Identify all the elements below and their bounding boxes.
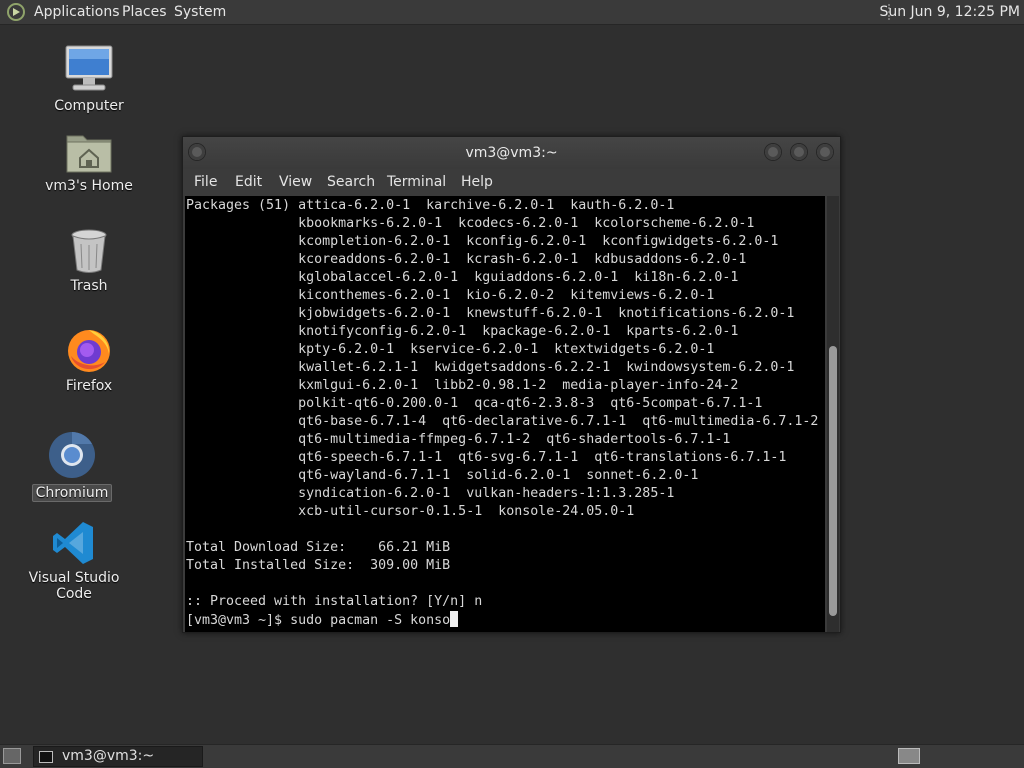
terminal-line: syndication-6.2.0-1 vulkan-headers-1:1.3…	[186, 486, 675, 501]
minimize-button[interactable]	[765, 144, 781, 160]
window-titlebar[interactable]: vm3@vm3:~	[183, 137, 840, 169]
terminal-line: kcoreaddons-6.2.0-1 kcrash-6.2.0-1 kdbus…	[186, 252, 747, 267]
terminal-line: qt6-speech-6.7.1-1 qt6-svg-6.7.1-1 qt6-t…	[186, 450, 787, 465]
desktop-icon-label: vm3's Home	[45, 178, 133, 194]
command-input[interactable]: sudo pacman -S konso	[290, 613, 450, 628]
terminal-scrollbar[interactable]	[827, 196, 839, 632]
terminal-line: qt6-wayland-6.7.1-1 solid-6.2.0-1 sonnet…	[186, 468, 699, 483]
vscode-icon	[53, 522, 93, 564]
desktop-icon-label: Visual Studio Code	[28, 570, 120, 602]
desktop-icon-home[interactable]: vm3's Home	[24, 128, 154, 194]
window-title: vm3@vm3:~	[465, 145, 558, 161]
terminal-line: :: Proceed with installation? [Y/n] n	[186, 594, 483, 609]
terminal-line: kglobalaccel-6.2.0-1 kguiaddons-6.2.0-1 …	[186, 270, 739, 285]
terminal-line: kwallet-6.2.1-1 kwidgetsaddons-6.2.2-1 k…	[186, 360, 795, 375]
menu-search[interactable]: Search	[327, 169, 375, 195]
close-button[interactable]	[817, 144, 833, 160]
distro-logo-icon[interactable]	[6, 3, 26, 21]
terminal-line: kbookmarks-6.2.0-1 kcodecs-6.2.0-1 kcolo…	[186, 216, 755, 231]
desktop-icon-chromium[interactable]: Chromium	[7, 430, 137, 502]
menu-terminal[interactable]: Terminal	[387, 169, 446, 195]
desktop-icon-vscode[interactable]: Visual Studio Code	[9, 520, 139, 602]
maximize-button[interactable]	[791, 144, 807, 160]
terminal-line: kiconthemes-6.2.0-1 kio-6.2.0-2 kitemvie…	[186, 288, 715, 303]
system-menu[interactable]: System	[174, 0, 226, 24]
taskbar-window-button[interactable]: vm3@vm3:~	[33, 746, 203, 767]
terminal-line: qt6-multimedia-ffmpeg-6.7.1-2 qt6-shader…	[186, 432, 731, 447]
terminal-line: kxmlgui-6.2.0-1 libb2-0.98.1-2 media-pla…	[186, 378, 739, 393]
desktop-icon-trash[interactable]: Trash	[24, 228, 154, 294]
firefox-icon	[68, 330, 110, 372]
applications-menu[interactable]: Applications	[34, 0, 120, 24]
desktop-icon-label: Trash	[70, 278, 108, 294]
home-folder-icon	[66, 135, 112, 173]
desktop-icon-computer[interactable]: Computer	[24, 44, 154, 114]
menu-help[interactable]: Help	[461, 169, 493, 195]
scrollbar-thumb[interactable]	[829, 346, 837, 616]
terminal-line: Total Download Size: 66.21 MiB	[186, 540, 451, 555]
terminal-icon	[39, 751, 53, 763]
menu-edit[interactable]: Edit	[235, 169, 262, 195]
places-menu[interactable]: Places	[122, 0, 167, 24]
show-desktop-icon[interactable]	[3, 748, 21, 764]
chromium-icon	[49, 432, 95, 478]
clock[interactable]: Sun Jun 9, 12:25 PM	[879, 0, 1020, 24]
terminal-window[interactable]: vm3@vm3:~ File Edit View Search Terminal…	[182, 136, 841, 633]
desktop-icon-label: Firefox	[65, 378, 113, 394]
terminal-line: kcompletion-6.2.0-1 kconfig-6.2.0-1 kcon…	[186, 234, 779, 249]
terminal-output[interactable]: Packages (51) attica-6.2.0-1 karchive-6.…	[185, 196, 825, 632]
terminal-line: qt6-base-6.7.1-4 qt6-declarative-6.7.1-1…	[186, 414, 819, 429]
terminal-line: xcb-util-cursor-0.1.5-1 konsole-24.05.0-…	[186, 504, 635, 519]
menu-file[interactable]: File	[194, 169, 217, 195]
desktop-icon-label: Chromium	[31, 484, 113, 502]
trash-icon	[71, 229, 107, 273]
desktop-icon-firefox[interactable]: Firefox	[24, 326, 154, 394]
terminal-line: kpty-6.2.0-1 kservice-6.2.0-1 ktextwidge…	[186, 342, 715, 357]
desktop-icon-label: Computer	[54, 98, 124, 114]
terminal-line: kjobwidgets-6.2.0-1 knewstuff-6.2.0-1 kn…	[186, 306, 795, 321]
computer-icon	[65, 45, 113, 91]
menu-view[interactable]: View	[279, 169, 312, 195]
terminal-line: Packages (51) attica-6.2.0-1 karchive-6.…	[186, 198, 675, 213]
terminal-menubar: File Edit View Search Terminal Help	[183, 169, 840, 195]
terminal-text: Packages (51) attica-6.2.0-1 karchive-6.…	[185, 196, 825, 630]
taskbar-window-label: vm3@vm3:~	[62, 748, 155, 764]
terminal-line: knotifyconfig-6.2.0-1 kpackage-6.2.0-1 k…	[186, 324, 739, 339]
workspace-switcher[interactable]	[898, 748, 920, 764]
top-panel: Applications Places System Sun Jun 9, 12…	[0, 0, 1024, 25]
terminal-line: Total Installed Size: 309.00 MiB	[186, 558, 451, 573]
shell-prompt: [vm3@vm3 ~]$	[186, 613, 291, 628]
text-cursor	[450, 611, 459, 627]
terminal-line: polkit-qt6-0.200.0-1 qca-qt6-2.3.8-3 qt6…	[186, 396, 763, 411]
bottom-panel: vm3@vm3:~	[0, 744, 1024, 768]
